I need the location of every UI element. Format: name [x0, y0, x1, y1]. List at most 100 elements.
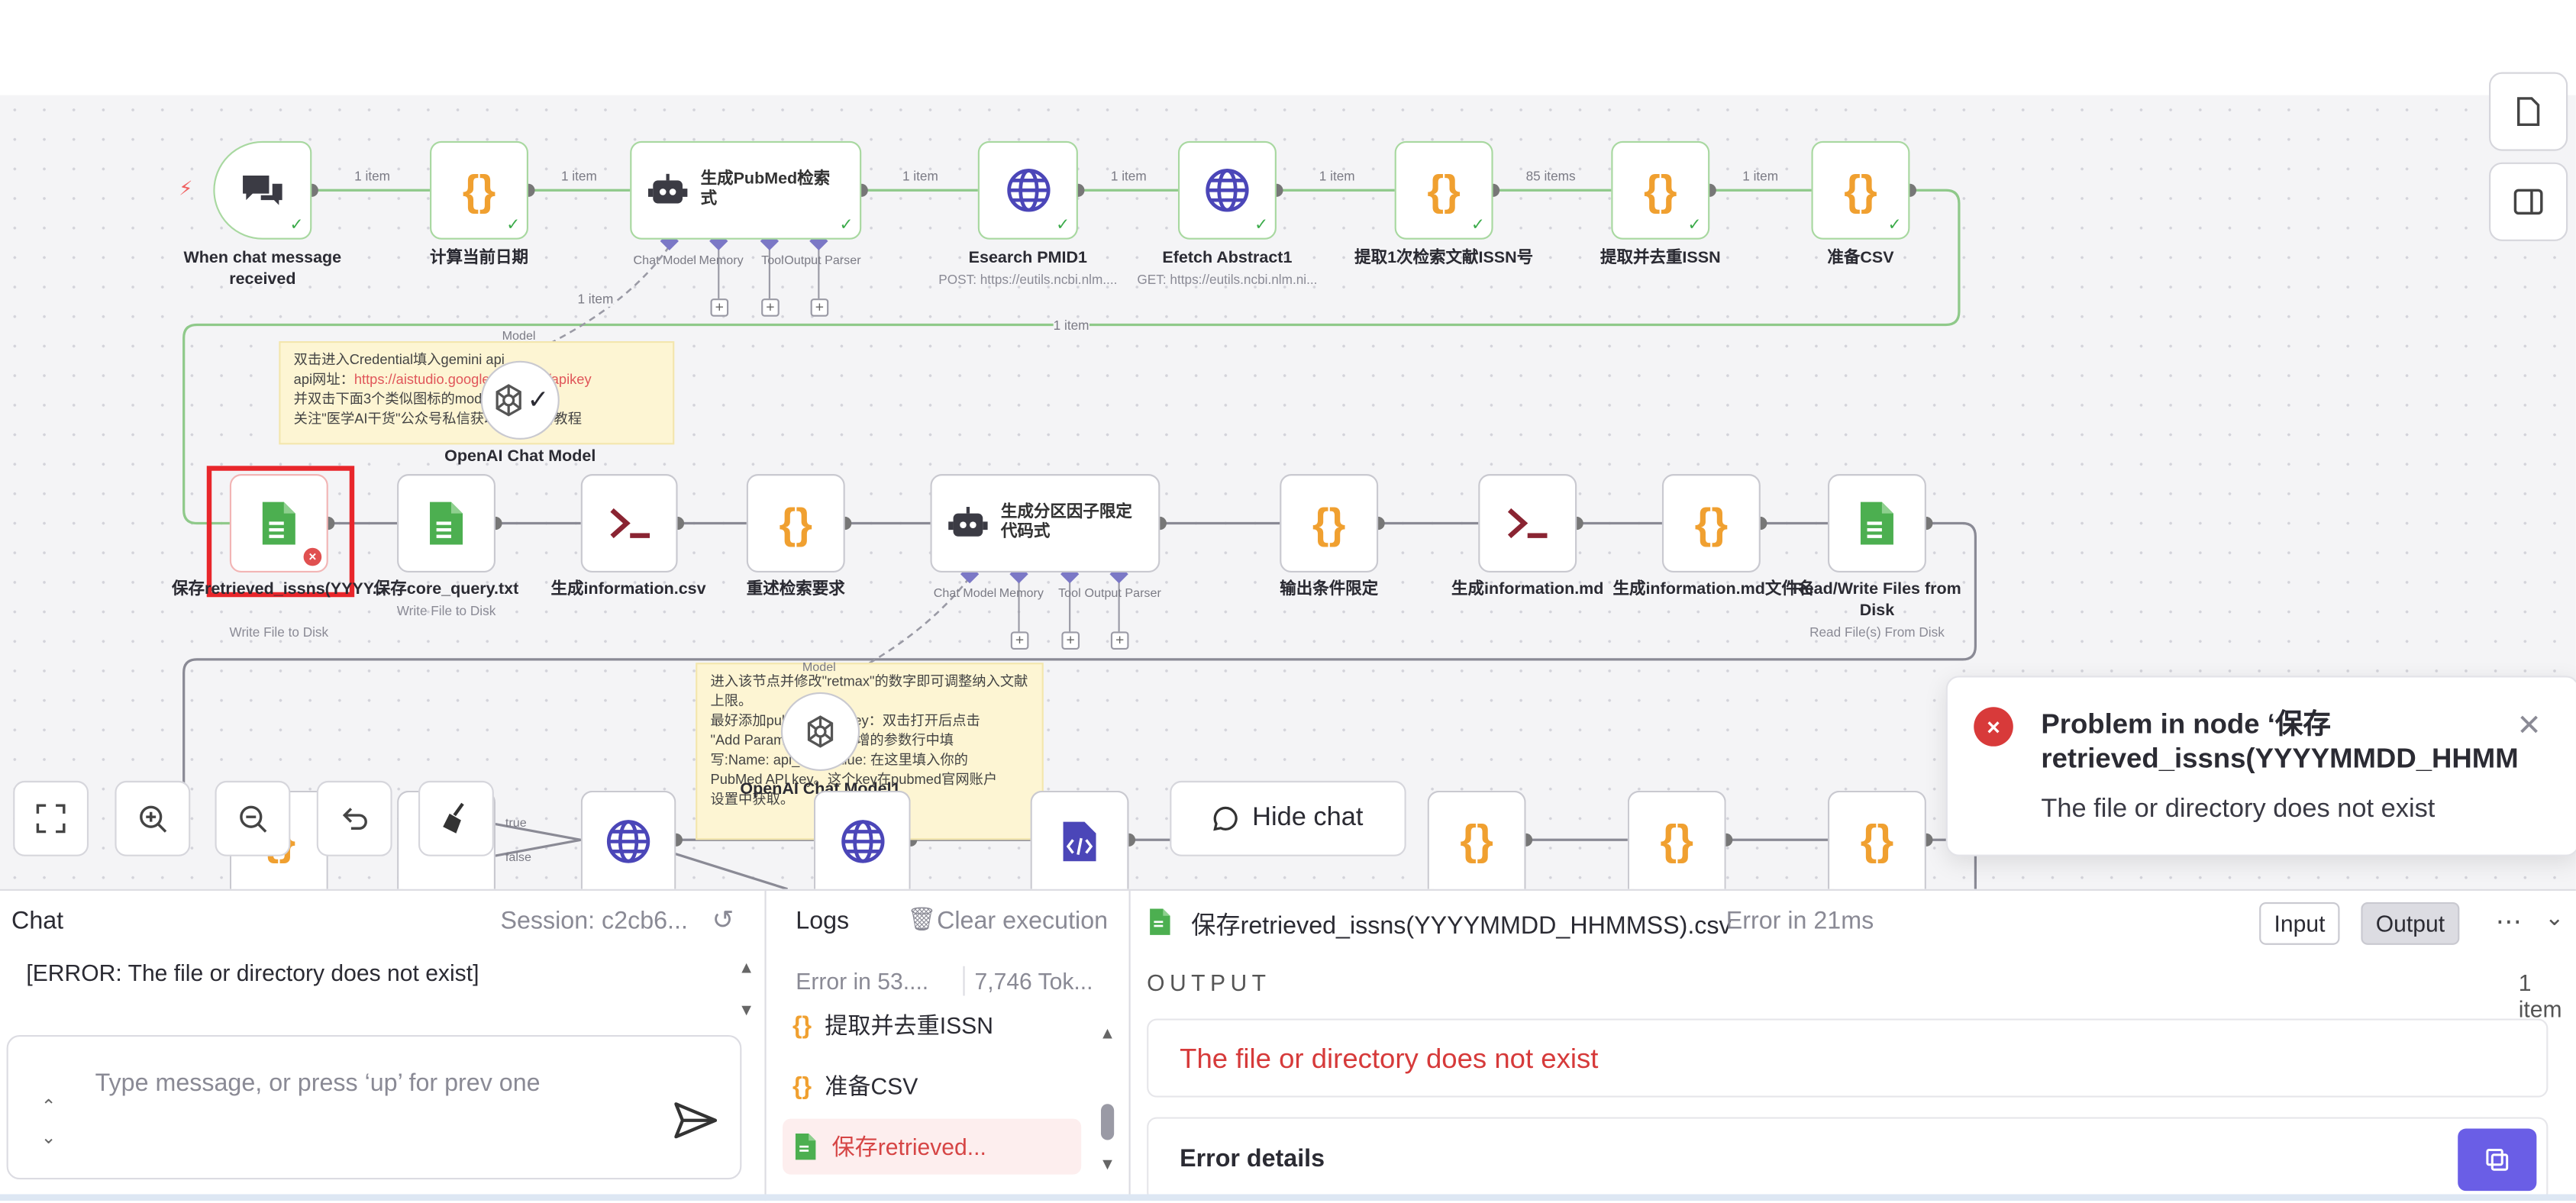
sticky-note-button[interactable]	[2489, 72, 2568, 151]
file-save-icon	[430, 502, 463, 545]
send-icon[interactable]	[674, 1102, 718, 1139]
add-tool-button[interactable]: +	[1061, 631, 1080, 650]
tab-input[interactable]: Input	[2259, 901, 2340, 945]
port-memory: Memory	[699, 252, 744, 268]
add-memory-button[interactable]: +	[1010, 631, 1029, 650]
edge-label: 1 item	[577, 292, 614, 307]
port-model: Model	[802, 659, 836, 675]
fit-view-button[interactable]	[13, 780, 89, 856]
reset-zoom-button[interactable]	[316, 780, 392, 856]
history-down-icon[interactable]: ⌃	[41, 1125, 56, 1147]
close-icon[interactable]: ✕	[2516, 708, 2541, 743]
error-message: The file or directory does not exist	[1180, 1043, 1599, 1075]
success-check-icon: ✓	[1470, 216, 1485, 235]
zoom-out-button[interactable]	[215, 780, 291, 856]
output-item-count: 1 item	[2518, 969, 2562, 1022]
history-up-icon[interactable]: ⌃	[41, 1096, 56, 1118]
globe-icon	[841, 819, 884, 863]
port-output-parser: Output Parser	[784, 252, 861, 268]
edge-label: 1 item	[1110, 169, 1147, 184]
add-tool-button[interactable]: +	[761, 298, 780, 317]
logs-tokens: 7,746 Tok...	[974, 967, 1093, 995]
chevron-down-icon[interactable]: ⌄	[2545, 904, 2564, 932]
node-row3-xml[interactable]	[1030, 790, 1129, 889]
undo-icon	[342, 808, 367, 830]
scroll-up-icon[interactable]: ▲	[738, 959, 754, 978]
node-label: 提取并去重ISSN	[1600, 249, 1721, 268]
node-restate[interactable]: {}	[746, 474, 845, 573]
node-row3-http[interactable]	[580, 790, 676, 889]
chat-title: Chat	[11, 907, 64, 935]
toast-message: The file or directory does not exist	[2041, 795, 2436, 824]
node-dedup-issn[interactable]: {} ✓	[1611, 140, 1710, 240]
globe-icon	[1206, 169, 1249, 212]
scrollbar[interactable]	[1100, 1104, 1115, 1140]
reset-session-icon[interactable]: ↺	[712, 904, 734, 937]
node-label: 重述检索要求	[746, 580, 845, 599]
node-label: 生成information.md	[1451, 580, 1604, 599]
node-read-write-files[interactable]	[1827, 474, 1926, 573]
more-options-icon[interactable]: ⋯	[2496, 905, 2522, 938]
node-row3-http2[interactable]	[813, 790, 911, 889]
sticky-note[interactable]: 双击进入Credential填入gemini api api网址：https:/…	[279, 340, 675, 445]
node-esearch[interactable]: ✓	[977, 140, 1078, 240]
node-label: Efetch Abstract1	[1162, 249, 1293, 268]
node-label: 计算当前日期	[430, 249, 528, 268]
node-openai-chat-model-1[interactable]	[780, 692, 860, 772]
output-status: Error in 21ms	[1725, 907, 1874, 935]
port-chat-model: Chat Model	[933, 585, 997, 601]
node-row3-code3[interactable]: {}	[1627, 790, 1726, 889]
node-row3-code4[interactable]: {}	[1827, 790, 1926, 889]
log-item[interactable]: {} 提取并去重ISSN	[783, 998, 1081, 1053]
copy-button[interactable]	[2458, 1128, 2537, 1192]
node-output-condition[interactable]: {}	[1280, 474, 1379, 573]
node-extract-issn[interactable]: {} ✓	[1394, 140, 1493, 240]
node-subtitle: GET: https://eutils.ncbi.nlm.ni...	[1137, 272, 1318, 288]
node-subtitle: Write File to Disk	[229, 624, 329, 640]
node-agent-partition[interactable]: 生成分区因子限定代码式	[930, 474, 1160, 573]
clear-execution-button[interactable]: Clear execution	[937, 907, 1108, 935]
node-info-md[interactable]	[1478, 474, 1577, 573]
code-braces-icon: {}	[1860, 815, 1894, 865]
code-braces-icon: {}	[1427, 164, 1461, 214]
add-parser-button[interactable]: +	[1110, 631, 1129, 650]
zoom-in-button[interactable]	[115, 780, 191, 856]
node-efetch[interactable]: ✓	[1177, 140, 1277, 240]
node-calc-date[interactable]: {} ✓	[430, 140, 528, 240]
scroll-down-icon[interactable]: ▼	[1099, 1156, 1115, 1175]
scroll-up-icon[interactable]: ▲	[1099, 1025, 1115, 1043]
sticky-line: 双击进入Credential填入gemini api	[293, 350, 505, 368]
log-item[interactable]: {} 准备CSV	[783, 1058, 1081, 1114]
code-braces-icon: {}	[792, 1072, 812, 1100]
log-item-selected[interactable]: 保存retrieved...	[783, 1118, 1082, 1175]
zoom-out-icon	[240, 805, 267, 833]
scroll-down-icon[interactable]: ▼	[738, 1002, 754, 1021]
logs-title: Logs	[796, 907, 850, 935]
node-chat-trigger[interactable]: ✓	[213, 140, 312, 240]
node-openai-chat-model[interactable]: ✓	[480, 360, 560, 440]
node-agent-pubmed[interactable]: 生成PubMed检索式 ✓	[630, 140, 862, 240]
add-chat-model-button[interactable]: +	[710, 298, 729, 317]
logs-pane: Logs 🗑 Clear execution Error in 53.... 7…	[767, 890, 1131, 1201]
tidy-up-button[interactable]	[418, 780, 494, 856]
success-check-icon: ✓	[506, 216, 521, 235]
code-braces-icon: {}	[1460, 815, 1493, 865]
node-save-core-query[interactable]	[397, 474, 496, 573]
trash-icon[interactable]: 🗑	[907, 905, 936, 934]
tab-output[interactable]: Output	[2361, 901, 2460, 945]
chat-icon	[1213, 806, 1238, 831]
node-prep-csv[interactable]: {} ✓	[1811, 140, 1910, 240]
chat-input[interactable]: Type message, or press ‘up’ for prev one…	[6, 1035, 742, 1180]
add-parser-button[interactable]: +	[810, 298, 829, 317]
file-save-icon	[1860, 502, 1893, 545]
node-row3-code2[interactable]: {}	[1427, 790, 1526, 889]
error-details-box[interactable]: Error details	[1147, 1117, 2549, 1201]
output-section-label: OUTPUT	[1147, 969, 1271, 996]
node-info-md-name[interactable]: {}	[1661, 474, 1761, 573]
hide-chat-button[interactable]: Hide chat	[1170, 780, 1406, 856]
node-label: Read/Write Files from Disk	[1793, 580, 1961, 620]
side-panel-button[interactable]	[2489, 162, 2568, 241]
node-info-csv[interactable]	[580, 474, 678, 573]
robot-icon	[647, 173, 688, 204]
chat-bubble-icon	[243, 175, 282, 205]
